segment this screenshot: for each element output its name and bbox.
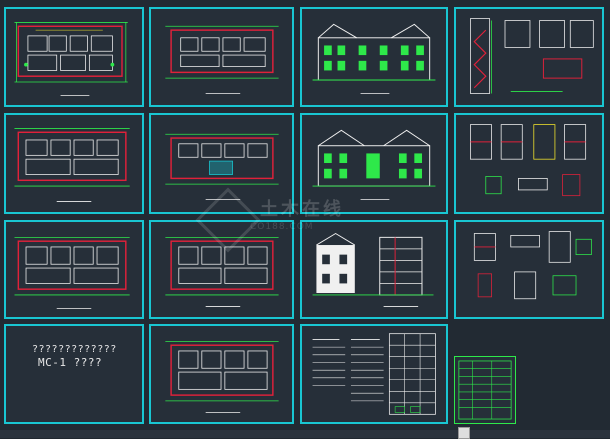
- floor-plan-drawing: [165, 340, 279, 413]
- sheet-schedule-table[interactable]: [454, 356, 516, 424]
- sheet-floor-plan-1[interactable]: [4, 7, 144, 107]
- sheet-elevation-1[interactable]: [300, 7, 448, 107]
- scrollbar-corner[interactable]: [458, 427, 470, 439]
- table-drawing: [458, 360, 512, 420]
- section-drawing: [312, 232, 434, 307]
- schedule-drawing: [312, 333, 436, 415]
- detail-drawing: [470, 18, 594, 94]
- cad-drawing-canvas[interactable]: ????????????? MC-1 ???? 土木在线 CO188.COM: [0, 0, 610, 439]
- sheet-detail-3[interactable]: [454, 220, 604, 319]
- floor-plan-drawing: [14, 236, 130, 309]
- sheet-floor-plan-2[interactable]: [149, 7, 294, 107]
- floor-plan-drawing: [165, 25, 279, 94]
- floor-plan-drawing: [14, 128, 130, 202]
- sheet-schedule-text[interactable]: [300, 324, 448, 424]
- sheet-detail-stair[interactable]: [454, 7, 604, 107]
- sheet-detail-2[interactable]: [454, 113, 604, 214]
- watermark-title: 土木在线: [260, 199, 344, 220]
- notes-line-2: MC-1 ????: [38, 356, 103, 369]
- sheet-notes[interactable]: ????????????? MC-1 ????: [4, 324, 144, 424]
- status-strip: [0, 430, 610, 438]
- sheet-floor-plan-5[interactable]: [4, 220, 144, 319]
- detail-drawing: [470, 124, 587, 197]
- sheet-section-1[interactable]: [300, 220, 448, 319]
- sheet-floor-plan-3[interactable]: [4, 113, 144, 214]
- floor-plan-drawing: [14, 22, 128, 96]
- elevation-drawing: [312, 23, 436, 94]
- sheet-floor-plan-7[interactable]: [149, 324, 294, 424]
- notes-line-1: ?????????????: [32, 344, 117, 355]
- detail-drawing: [473, 231, 592, 300]
- watermark-subtitle: CO188.COM: [250, 222, 314, 232]
